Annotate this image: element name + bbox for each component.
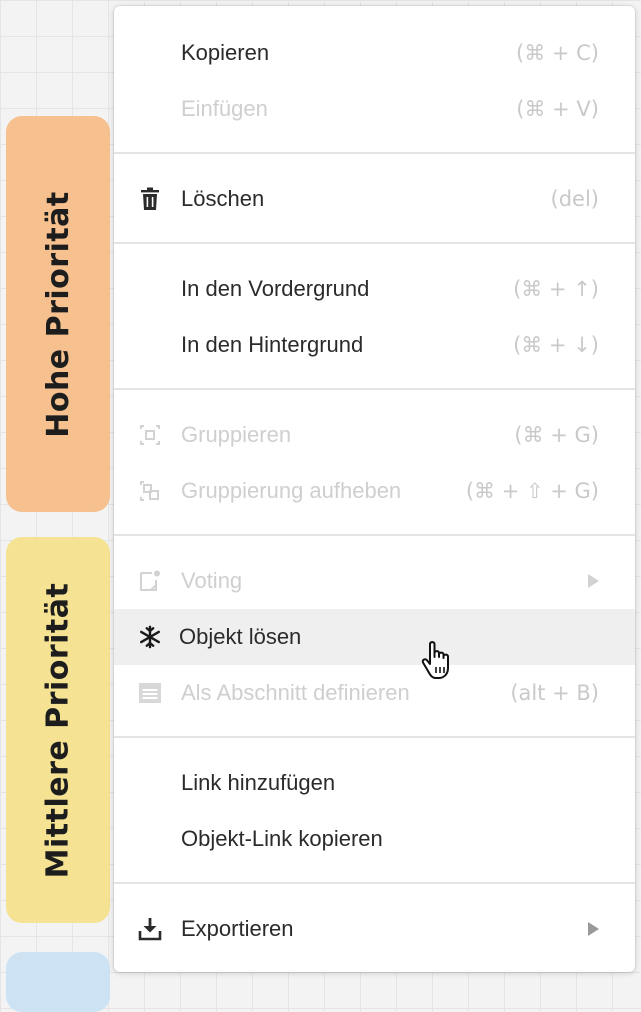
menu-item-paste[interactable]: Einfügen (⌘ + V) xyxy=(114,81,635,137)
menu-divider xyxy=(114,242,635,244)
menu-item-bring-to-front[interactable]: In den Vordergrund (⌘ + ↑) xyxy=(114,261,635,317)
menu-item-unlock-object[interactable]: Objekt lösen xyxy=(114,609,635,665)
sticky-note-medium-priority[interactable]: Mittlere Priorität xyxy=(6,537,110,923)
menu-item-label: In den Vordergrund xyxy=(181,276,370,301)
group-icon xyxy=(138,423,162,447)
menu-item-ungroup[interactable]: Gruppierung aufheben (⌘ + ⇧ + G) xyxy=(114,463,635,519)
menu-item-label: In den Hintergrund xyxy=(181,332,364,357)
menu-item-label: Objekt-Link kopieren xyxy=(181,826,383,851)
shortcut-hint: (alt + B) xyxy=(510,681,599,705)
menu-item-label: Gruppierung aufheben xyxy=(181,478,402,503)
menu-divider xyxy=(114,882,635,884)
shortcut-hint: (del) xyxy=(550,187,599,211)
sticky-note-high-priority[interactable]: Hohe Priorität xyxy=(6,116,110,512)
menu-item-label: Einfügen xyxy=(181,96,268,121)
menu-item-label: Löschen xyxy=(181,186,265,211)
ungroup-icon xyxy=(138,479,162,503)
context-menu: Kopieren (⌘ + C) Einfügen (⌘ + V) Lösche… xyxy=(114,6,635,972)
voting-icon xyxy=(138,569,162,593)
menu-item-label: Voting xyxy=(181,568,243,593)
menu-item-copy[interactable]: Kopieren (⌘ + C) xyxy=(114,25,635,81)
section-icon xyxy=(138,681,162,705)
menu-item-define-section[interactable]: Als Abschnitt definieren (alt + B) xyxy=(114,665,635,721)
menu-divider xyxy=(114,152,635,154)
shortcut-hint: (⌘ + V) xyxy=(516,97,599,121)
shortcut-hint: (⌘ + ↓) xyxy=(513,333,599,357)
snowflake-icon xyxy=(138,625,162,649)
menu-item-label: Objekt lösen xyxy=(179,624,302,649)
menu-item-add-link[interactable]: Link hinzufügen xyxy=(114,755,635,811)
menu-divider xyxy=(114,534,635,536)
menu-item-label: Gruppieren xyxy=(181,422,292,447)
shortcut-hint: (⌘ + C) xyxy=(516,41,599,65)
download-icon xyxy=(138,917,162,941)
menu-divider xyxy=(114,388,635,390)
submenu-arrow-icon xyxy=(588,574,599,588)
sticky-note-label: Mittlere Priorität xyxy=(40,582,76,878)
trash-icon xyxy=(138,187,162,211)
menu-item-voting[interactable]: Voting xyxy=(114,553,635,609)
menu-item-delete[interactable]: Löschen (del) xyxy=(114,171,635,227)
sticky-note-partial[interactable] xyxy=(6,952,110,1012)
menu-item-label: Kopieren xyxy=(181,40,270,65)
shortcut-hint: (⌘ + G) xyxy=(514,423,599,447)
sticky-note-label: Hohe Priorität xyxy=(40,190,76,438)
menu-item-copy-object-link[interactable]: Objekt-Link kopieren xyxy=(114,811,635,867)
menu-item-label: Exportieren xyxy=(181,916,294,941)
shortcut-hint: (⌘ + ⇧ + G) xyxy=(465,479,599,503)
menu-item-group[interactable]: Gruppieren (⌘ + G) xyxy=(114,407,635,463)
submenu-arrow-icon xyxy=(588,922,599,936)
menu-divider xyxy=(114,736,635,738)
menu-item-label: Link hinzufügen xyxy=(181,770,336,795)
menu-item-send-to-back[interactable]: In den Hintergrund (⌘ + ↓) xyxy=(114,317,635,373)
shortcut-hint: (⌘ + ↑) xyxy=(513,277,599,301)
menu-item-label: Als Abschnitt definieren xyxy=(181,680,410,705)
hand-pointer-cursor-icon xyxy=(420,640,456,682)
menu-item-export[interactable]: Exportieren xyxy=(114,901,635,957)
